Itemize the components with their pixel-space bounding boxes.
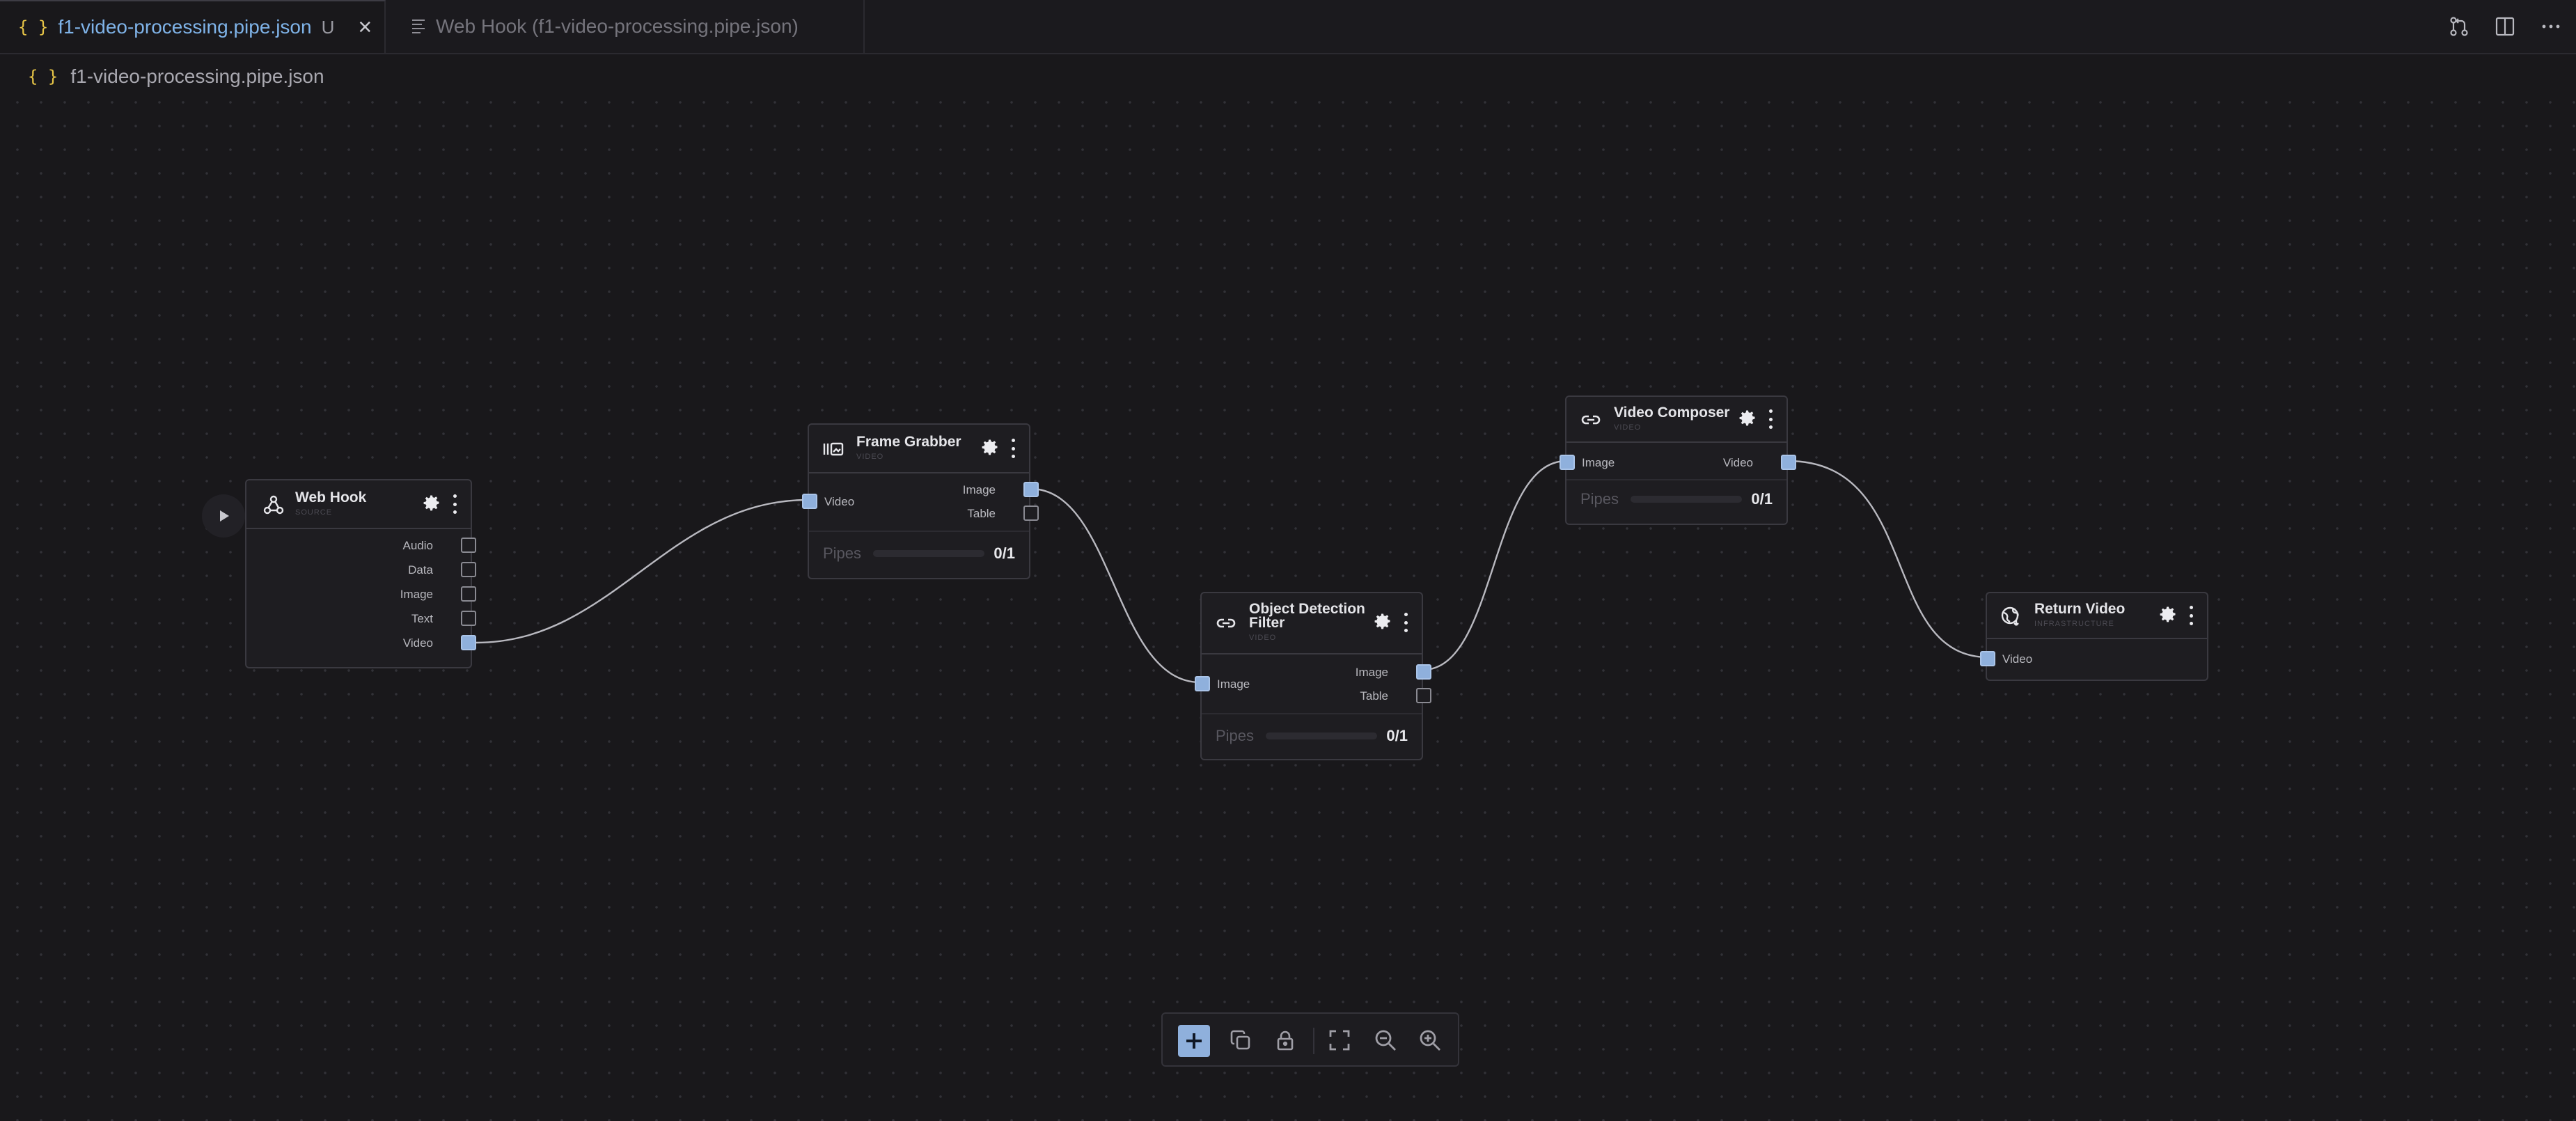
output-port-image[interactable] (1416, 664, 1431, 680)
kebab-menu-icon[interactable] (1767, 409, 1774, 429)
kebab-menu-icon[interactable] (1010, 439, 1016, 458)
kebab-menu-icon[interactable] (451, 494, 458, 514)
zoom-out-icon[interactable] (1372, 1026, 1399, 1054)
input-port-image[interactable] (1560, 455, 1575, 470)
input-port-video[interactable] (1980, 651, 1995, 666)
toolbar-divider (1313, 1028, 1314, 1054)
port-label: Text (411, 612, 433, 625)
more-icon[interactable] (2538, 14, 2563, 39)
port-label: Image (1355, 666, 1388, 679)
output-port-table[interactable] (1416, 688, 1431, 703)
pipes-count: 0/1 (1751, 490, 1773, 508)
output-port-data[interactable] (461, 562, 476, 577)
node-subtitle: SOURCE (295, 508, 333, 517)
kebab-menu-icon[interactable] (1402, 613, 1409, 632)
lock-icon[interactable] (1271, 1026, 1299, 1054)
output-port-audio[interactable] (461, 538, 476, 553)
node-frame-grabber[interactable]: Frame Grabber VIDEO Video Image Table Pi… (802, 423, 1039, 579)
pipes-count: 0/1 (994, 544, 1015, 562)
node-return-video[interactable]: Return Video INFRASTRUCTURE Video (1980, 592, 2208, 681)
port-label: Image (962, 483, 996, 496)
gear-icon[interactable] (422, 493, 441, 512)
port-label: Table (967, 507, 996, 520)
port-label: Image (1582, 456, 1615, 469)
output-port-text[interactable] (461, 611, 476, 626)
pipes-progress-bar (1266, 732, 1377, 739)
node-title: Frame Grabber (856, 434, 961, 450)
close-icon[interactable]: × (358, 15, 372, 39)
output-port-video[interactable] (1781, 455, 1796, 470)
output-port-table[interactable] (1023, 505, 1039, 521)
tab-pipe-json[interactable]: { } f1-video-processing.pipe.json U × (0, 0, 386, 53)
link-icon (1214, 611, 1238, 635)
kebab-menu-icon[interactable] (2188, 606, 2194, 625)
output-port-video[interactable] (461, 635, 476, 650)
node-subtitle: VIDEO (1614, 423, 1642, 432)
source-control-icon[interactable] (2447, 14, 2472, 39)
port-label: Table (1360, 689, 1388, 703)
globe-icon (2000, 604, 2023, 628)
port-label: Video (2002, 652, 2033, 666)
node-title: Video Composer (1614, 405, 1730, 421)
run-button[interactable] (202, 494, 245, 538)
node-video-composer[interactable]: Video Composer VIDEO Image Video Pipes 0… (1560, 395, 1796, 525)
editor-actions (2447, 0, 2563, 53)
node-title: Web Hook (295, 489, 367, 505)
tab-webhook[interactable]: Web Hook (f1-video-processing.pipe.json) (387, 0, 865, 53)
node-web-hook[interactable]: Web Hook SOURCE Audio Data Image Text Vi… (245, 479, 476, 668)
input-port-image[interactable] (1195, 676, 1210, 691)
node-object-detection-filter[interactable]: Object Detection Filter VIDEO Image Imag… (1195, 592, 1431, 760)
input-port-video[interactable] (802, 494, 817, 509)
fit-view-icon[interactable] (1326, 1026, 1353, 1054)
tab-bar: { } f1-video-processing.pipe.json U × We… (0, 0, 2576, 54)
pipes-progress-bar (873, 550, 984, 557)
pipes-count: 0/1 (1386, 727, 1408, 744)
port-label: Video (824, 495, 855, 508)
lines-icon (412, 19, 425, 33)
gear-icon[interactable] (1373, 611, 1392, 631)
pipes-label: Pipes (823, 544, 862, 562)
output-port-image[interactable] (1023, 482, 1039, 497)
port-label: Audio (402, 539, 433, 552)
gear-icon[interactable] (1738, 408, 1757, 428)
gear-icon[interactable] (2158, 604, 2178, 624)
tab-label: Web Hook (f1-video-processing.pipe.json) (436, 15, 799, 37)
node-subtitle: INFRASTRUCTURE (2034, 620, 2114, 628)
gear-icon[interactable] (980, 437, 1000, 457)
port-label: Video (402, 636, 433, 650)
node-title: Return Video (2034, 601, 2126, 617)
duplicate-icon[interactable] (1227, 1026, 1255, 1054)
port-label: Data (408, 563, 433, 577)
json-braces-icon: { } (18, 17, 49, 37)
play-icon (220, 510, 229, 522)
node-subtitle: VIDEO (856, 453, 884, 461)
node-title-line-2: Filter (1249, 615, 1285, 631)
port-label: Image (400, 588, 433, 601)
frame-grabber-icon (822, 437, 845, 461)
port-label: Video (1722, 456, 1753, 469)
output-port-image[interactable] (461, 586, 476, 602)
add-icon[interactable] (1178, 1025, 1210, 1057)
node-subtitle: VIDEO (1249, 634, 1277, 642)
pipes-progress-bar (1631, 496, 1742, 503)
tab-label: f1-video-processing.pipe.json (58, 16, 312, 38)
link-icon (1579, 408, 1603, 432)
zoom-in-icon[interactable] (1416, 1026, 1444, 1054)
unsaved-badge: U (321, 16, 335, 38)
webhook-icon (262, 493, 285, 517)
port-label: Image (1217, 677, 1250, 691)
pipes-label: Pipes (1580, 490, 1619, 508)
pipes-label: Pipes (1216, 727, 1255, 744)
canvas-toolbar (1161, 1012, 1459, 1067)
split-editor-icon[interactable] (2492, 14, 2518, 39)
